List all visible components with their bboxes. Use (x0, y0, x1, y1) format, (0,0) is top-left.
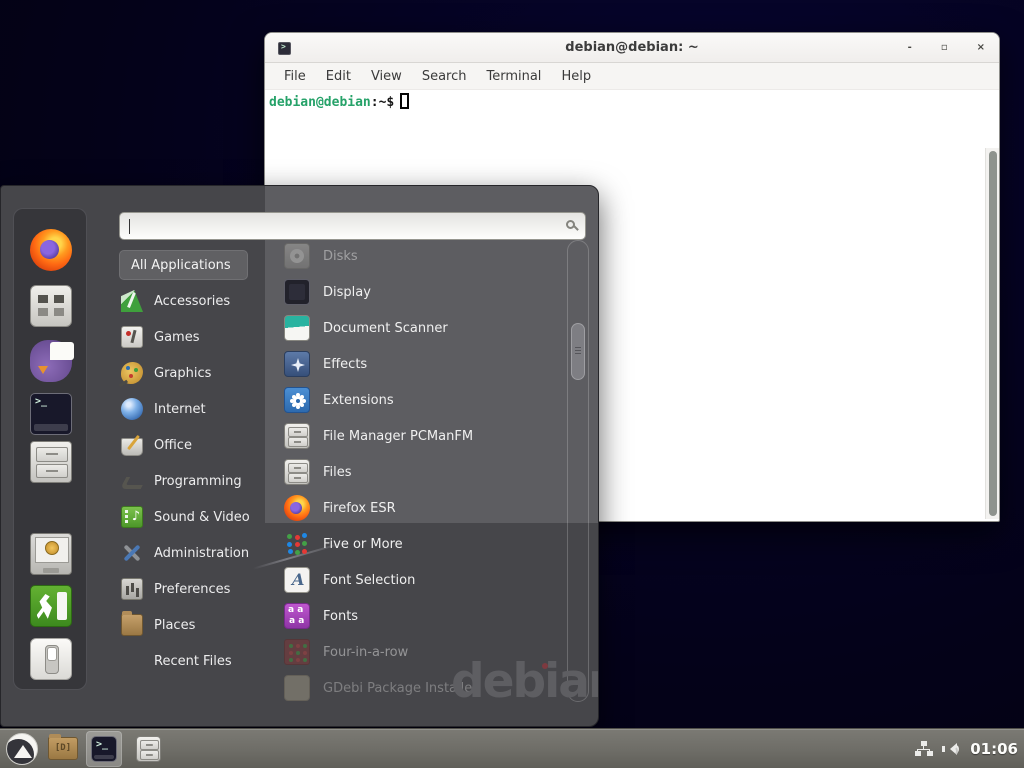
taskbar: 01:06 (0, 728, 1024, 768)
category-places[interactable]: Places (121, 607, 281, 643)
app-firefox-esr[interactable]: Firefox ESR (284, 490, 566, 526)
app-gdebi-package-installer[interactable]: GDebi Package Installer (284, 670, 566, 706)
font-selection-icon (284, 567, 310, 593)
search-input[interactable] (120, 213, 585, 239)
speaker-wave (950, 744, 959, 754)
menu-help[interactable]: Help (551, 66, 601, 87)
display-icon (284, 279, 310, 305)
system-tray: 01:06 (915, 729, 1018, 768)
app-disks[interactable]: Disks (284, 238, 566, 274)
app-display[interactable]: Display (284, 274, 566, 310)
terminal-cursor (400, 93, 409, 109)
menu-scrollbar-thumb[interactable] (571, 323, 585, 380)
graphics-icon (121, 362, 143, 384)
menu-scrollbar[interactable] (567, 240, 589, 702)
app-five-or-more[interactable]: Five or More (284, 526, 566, 562)
fonts-icon (284, 603, 310, 629)
prompt-suffix: :~$ (371, 95, 394, 110)
log-out-icon[interactable] (30, 585, 72, 627)
terminal-scrollbar-thumb[interactable] (989, 151, 997, 516)
all-applications-label: All Applications (131, 258, 231, 273)
file-cabinet-launcher[interactable] (136, 736, 161, 762)
terminal-titlebar[interactable]: debian@debian: ~ - ▫ × (265, 33, 999, 63)
terminal-menubar: File Edit View Search Terminal Help (265, 63, 999, 90)
app-font-selection[interactable]: Font Selection (284, 562, 566, 598)
category-internet[interactable]: Internet (121, 391, 281, 427)
app-fonts[interactable]: Fonts (284, 598, 566, 634)
file-manager-folder-icon[interactable] (48, 737, 78, 760)
file-cabinet-favorite-icon[interactable] (30, 441, 72, 483)
clock[interactable]: 01:06 (970, 740, 1018, 758)
sound-video-icon (121, 506, 143, 528)
category-recent-files[interactable]: Recent Files (121, 643, 281, 679)
lock-screen-icon[interactable] (30, 533, 72, 575)
games-icon (121, 326, 143, 348)
category-graphics[interactable]: Graphics (121, 355, 281, 391)
volume-icon[interactable] (941, 741, 961, 757)
package-manager-favorite-icon[interactable] (30, 285, 72, 327)
terminal-task-button[interactable] (86, 731, 122, 767)
disks-icon (284, 243, 310, 269)
terminal-title: debian@debian: ~ (265, 40, 999, 55)
app-effects[interactable]: Effects (284, 346, 566, 382)
monitor-stand (43, 568, 59, 573)
file-cabinet-icon (284, 423, 310, 449)
app-four-in-a-row[interactable]: Four-in-a-row (284, 634, 566, 670)
app-files[interactable]: Files (284, 454, 566, 490)
speaker-body (942, 746, 945, 752)
category-office[interactable]: Office (121, 427, 281, 463)
menu-search[interactable]: Search (412, 66, 477, 87)
app-extensions[interactable]: Extensions (284, 382, 566, 418)
administration-icon (121, 542, 143, 564)
document-scanner-icon (284, 315, 310, 341)
category-sound-video[interactable]: Sound & Video (121, 499, 281, 535)
application-menu: All Applications Accessories Games Graph… (0, 185, 599, 727)
network-icon[interactable] (915, 741, 932, 757)
favorites-column (13, 208, 87, 690)
preferences-icon (121, 578, 143, 600)
programming-icon (121, 470, 143, 492)
app-document-scanner[interactable]: Document Scanner (284, 310, 566, 346)
four-in-a-row-icon (284, 639, 310, 665)
search-icon (566, 220, 575, 229)
five-or-more-icon (284, 531, 310, 557)
terminal-scrollbar[interactable] (985, 148, 999, 519)
menu-button[interactable] (6, 733, 38, 765)
accessories-icon (121, 290, 143, 312)
application-list: Disks Display Document Scanner Effects E… (284, 238, 566, 706)
category-games[interactable]: Games (121, 319, 281, 355)
terminal-favorite-icon[interactable] (30, 393, 72, 435)
category-preferences[interactable]: Preferences (121, 571, 281, 607)
app-file-manager-pcmanfm[interactable]: File Manager PCManFM (284, 418, 566, 454)
close-button[interactable]: × (973, 41, 989, 55)
prompt-user: debian@debian (269, 95, 371, 110)
category-list: Accessories Games Graphics Internet Offi… (121, 283, 281, 679)
gdebi-icon (284, 675, 310, 701)
menu-edit[interactable]: Edit (316, 66, 361, 87)
firefox-favorite-icon[interactable] (30, 229, 72, 271)
menu-view[interactable]: View (361, 66, 412, 87)
effects-icon (284, 351, 310, 377)
extensions-icon (284, 387, 310, 413)
category-programming[interactable]: Programming (121, 463, 281, 499)
text-caret (129, 219, 130, 234)
internet-icon (121, 398, 143, 420)
category-administration[interactable]: Administration (121, 535, 281, 571)
maximize-button[interactable]: ▫ (937, 41, 952, 55)
office-icon (121, 438, 143, 456)
firefox-icon (284, 495, 310, 521)
menu-search-box (119, 212, 586, 240)
places-icon (121, 614, 143, 636)
pidgin-favorite-icon[interactable] (30, 340, 72, 382)
network-line (917, 749, 930, 750)
menu-file[interactable]: File (274, 66, 316, 87)
category-accessories[interactable]: Accessories (121, 283, 281, 319)
shut-down-icon[interactable] (30, 638, 72, 680)
menu-terminal[interactable]: Terminal (476, 66, 551, 87)
all-applications-button[interactable]: All Applications (119, 250, 248, 280)
terminal-icon (91, 736, 117, 762)
minimize-button[interactable]: - (904, 41, 916, 55)
file-cabinet-icon (284, 459, 310, 485)
